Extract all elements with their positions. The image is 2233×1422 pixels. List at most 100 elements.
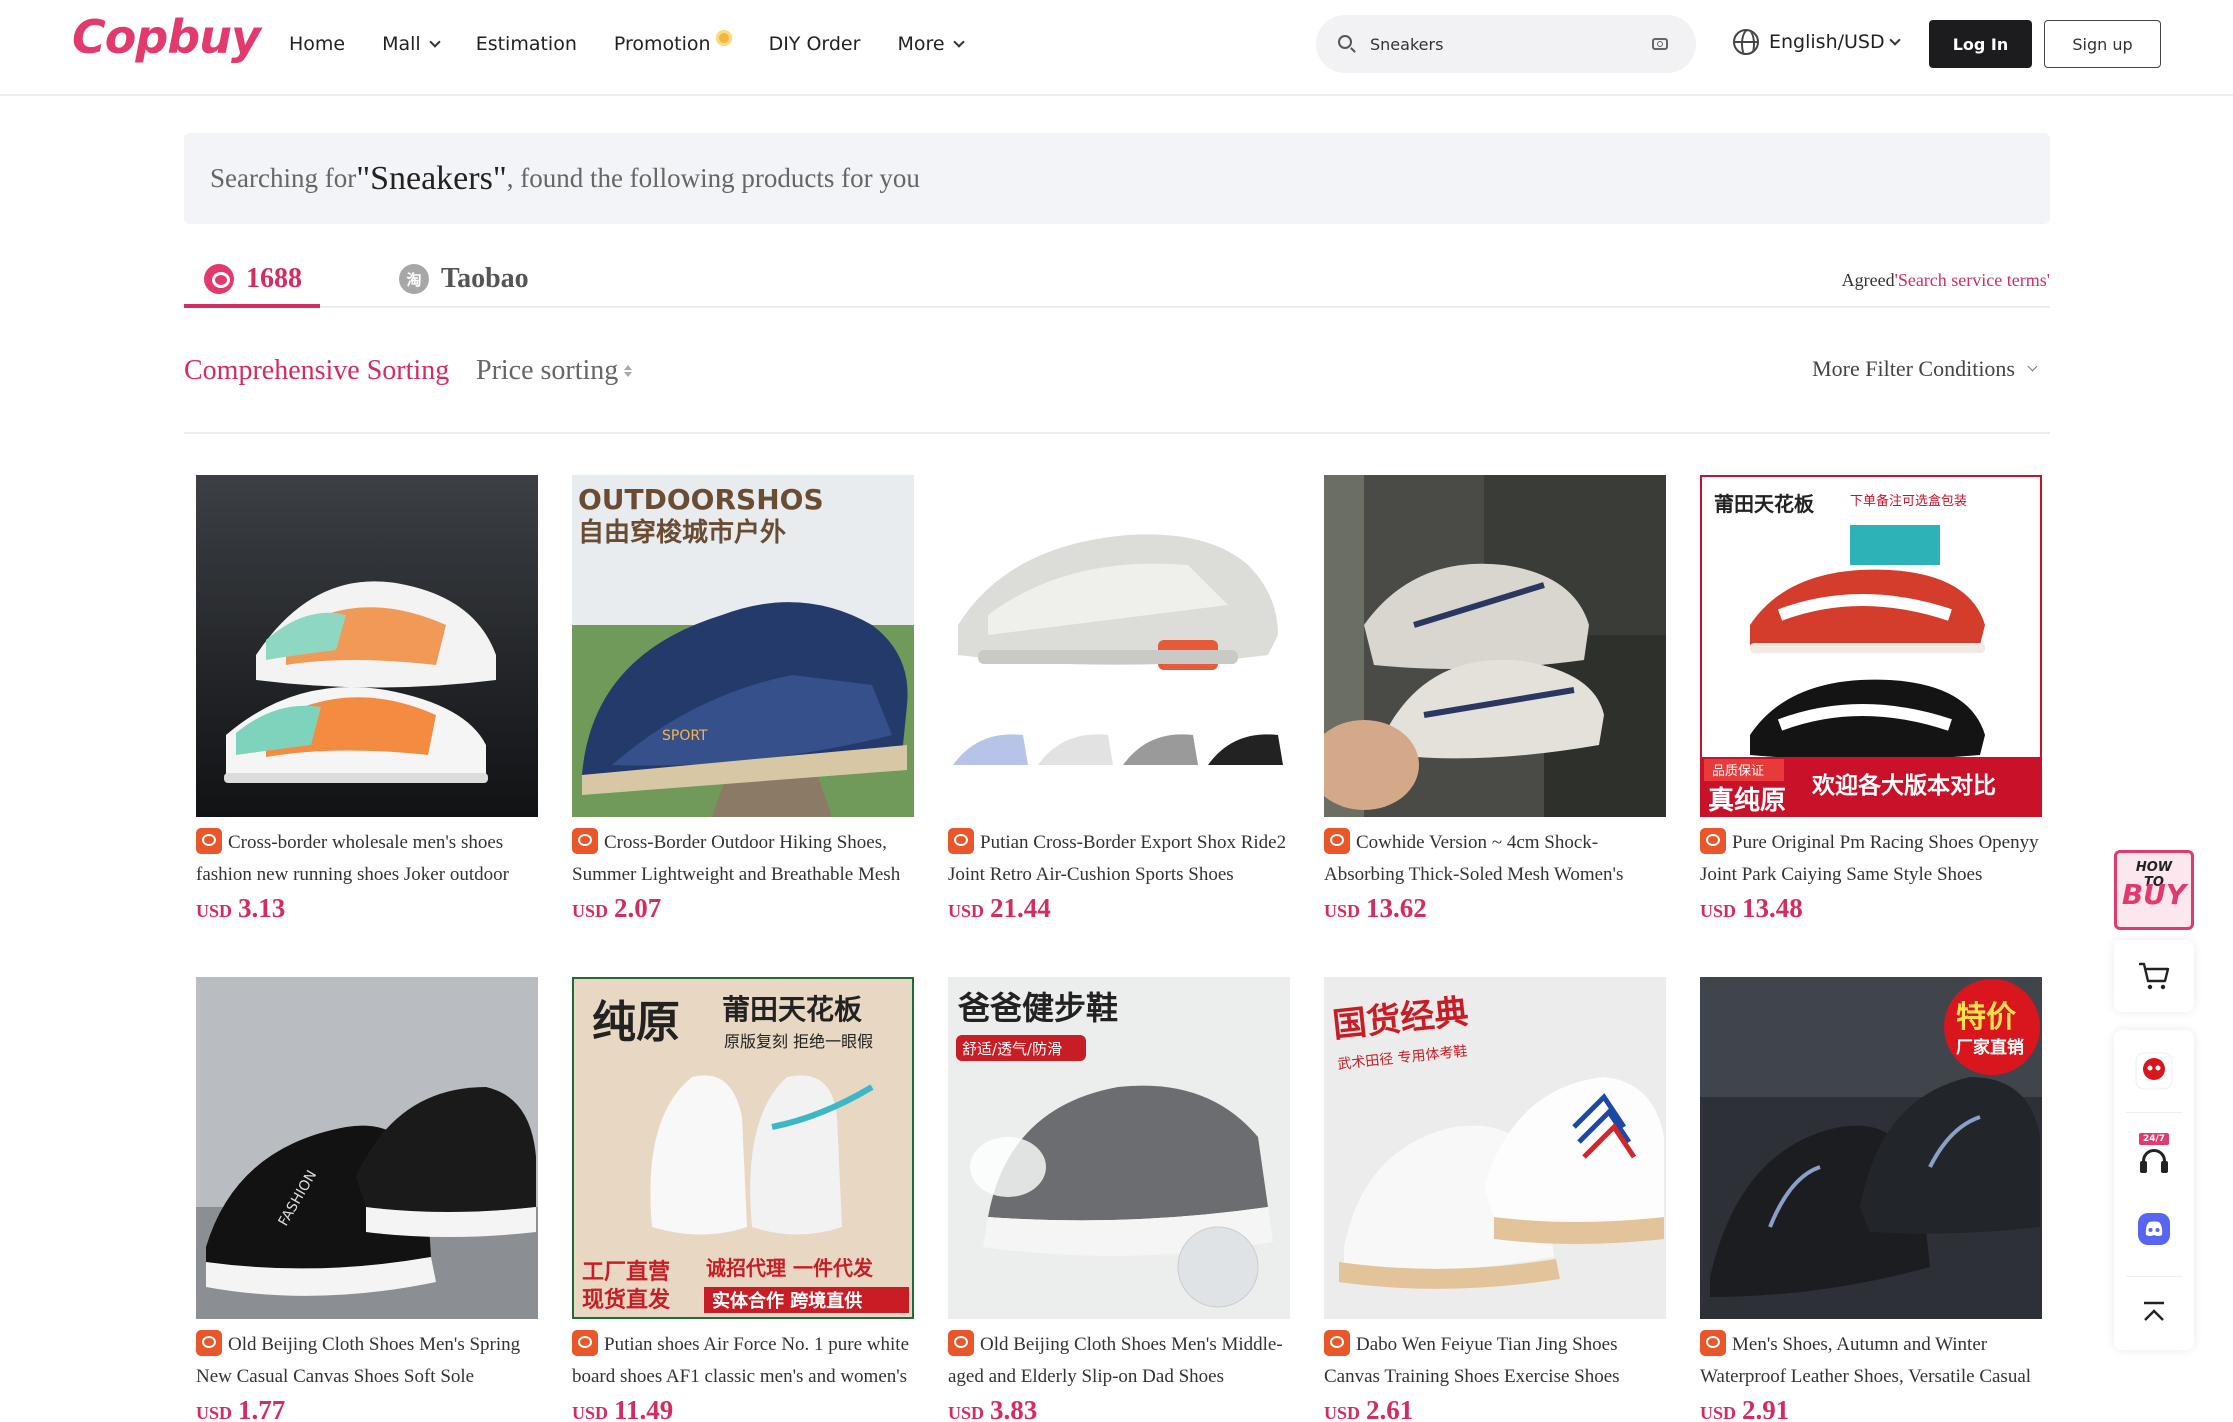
back-to-top-icon	[2144, 1301, 2164, 1321]
product-image[interactable]	[1324, 475, 1666, 817]
coin-badge-icon	[715, 30, 732, 46]
product-image[interactable]: 国货经典 武术田径 专用体考鞋	[1324, 977, 1666, 1319]
signup-button[interactable]: Sign up	[2044, 20, 2161, 68]
product-card[interactable]: Putian Cross-Border Export Shox Ride2 Jo…	[948, 475, 1290, 955]
back-to-top-button[interactable]	[2114, 1278, 2194, 1348]
product-card[interactable]: 特价 厂家直销 Men's Shoes, Autumn and Winter W…	[1700, 977, 2042, 1422]
product-price: USD 1.77	[196, 1395, 286, 1422]
language-label: English/USD	[1769, 31, 1885, 53]
product-image[interactable]: 纯原 莆田天花板 原版复刻 拒绝一眼假 工厂直营 现货直发 诚招代理 一件代发 …	[572, 977, 914, 1319]
product-image[interactable]: FASHION	[196, 977, 538, 1319]
product-title[interactable]: Pure Original Pm Racing Shoes Openyy Joi…	[1700, 827, 2042, 891]
nav-promotion[interactable]: Promotion	[614, 30, 732, 55]
product-card[interactable]: Cowhide Version ~ 4cm Shock-Absorbing Th…	[1324, 475, 1666, 955]
sort-bar: Comprehensive Sorting Price sorting More…	[184, 340, 2050, 434]
login-button[interactable]: Log In	[1929, 20, 2032, 68]
product-title[interactable]: Cross-Border Outdoor Hiking Shoes, Summe…	[572, 827, 914, 891]
search-input[interactable]	[1370, 31, 1640, 57]
product-card[interactable]: Cross-border wholesale men's shoes fashi…	[196, 475, 538, 955]
product-price: USD 13.48	[1700, 893, 1803, 923]
product-title[interactable]: Men's Shoes, Autumn and Winter Waterproo…	[1700, 1329, 2042, 1393]
1688-source-icon	[948, 828, 974, 854]
chevron-down-icon	[429, 35, 441, 48]
svg-text:诚招代理 一件代发: 诚招代理 一件代发	[706, 1256, 874, 1280]
product-title[interactable]: Dabo Wen Feiyue Tian Jing Shoes Canvas T…	[1324, 1329, 1666, 1393]
copbuy-app-button[interactable]	[2114, 1036, 2194, 1106]
product-image[interactable]: 莆田天花板 下单备注可选盒包装 品质保证 真纯原 欢迎各大版本对比	[1700, 475, 2042, 817]
nav-more-label: More	[897, 33, 945, 55]
svg-text:自由穿梭城市户外: 自由穿梭城市户外	[578, 517, 786, 548]
search-keyword: "Sneakers"	[356, 159, 507, 197]
product-image[interactable]	[948, 475, 1290, 817]
nav-estimation[interactable]: Estimation	[476, 33, 577, 55]
svg-text:纯原: 纯原	[592, 997, 680, 1048]
main-nav: Home Mall Estimation Promotion DIY Order…	[289, 0, 1000, 88]
search-result-banner: Searching for "Sneakers" , found the fol…	[184, 133, 2050, 224]
product-image[interactable]: 特价 厂家直销	[1700, 977, 2042, 1319]
product-title[interactable]: Cowhide Version ~ 4cm Shock-Absorbing Th…	[1324, 827, 1666, 891]
sort-price-label: Price sorting	[476, 355, 619, 386]
product-card[interactable]: FASHION Old Beijing Cloth Shoes Men's Sp…	[196, 977, 538, 1422]
copbuy-app-icon	[2135, 1052, 2173, 1090]
product-title[interactable]: Old Beijing Cloth Shoes Men's Middle-age…	[948, 1329, 1290, 1393]
product-image[interactable]: 爸爸健步鞋 舒适/透气/防滑	[948, 977, 1290, 1319]
terms-prefix: Agreed	[1841, 270, 1895, 290]
nav-home[interactable]: Home	[289, 33, 345, 55]
search-service-terms-link[interactable]: 'Search service terms'	[1895, 270, 2050, 290]
product-card[interactable]: 爸爸健步鞋 舒适/透气/防滑 Old Beijing Cloth Shoes M…	[948, 977, 1290, 1422]
svg-text:厂家直销: 厂家直销	[1956, 1037, 2024, 1058]
how-to-buy-button[interactable]: HOW TO BUY	[2114, 838, 2194, 930]
product-price: USD 2.91	[1700, 1395, 1790, 1422]
nav-diy-order[interactable]: DIY Order	[769, 33, 861, 55]
nav-mall[interactable]: Mall	[382, 33, 441, 55]
nav-estimation-label: Estimation	[475, 33, 577, 55]
svg-text:莆田天花板: 莆田天花板	[722, 993, 862, 1026]
copbuy-logo[interactable]: Copbuy	[72, 10, 261, 64]
product-title[interactable]: Putian Cross-Border Export Shox Ride2 Jo…	[948, 827, 1290, 891]
svg-text:现货直发: 现货直发	[582, 1287, 671, 1313]
discord-icon	[2138, 1213, 2170, 1245]
svg-text:下单备注可选盒包装: 下单备注可选盒包装	[1850, 493, 1967, 509]
sort-arrows-icon	[624, 365, 633, 377]
banner-prefix: Searching for	[210, 163, 357, 193]
search-icon[interactable]	[1338, 35, 1352, 49]
tab-taobao[interactable]: 淘 Taobao	[399, 250, 529, 308]
svg-text:工厂直营: 工厂直营	[582, 1259, 670, 1285]
product-title[interactable]: Cross-border wholesale men's shoes fashi…	[196, 827, 538, 891]
product-card[interactable]: 莆田天花板 下单备注可选盒包装 品质保证 真纯原 欢迎各大版本对比 Pure O…	[1700, 475, 2042, 955]
service-terms: Agreed'Search service terms'	[1842, 270, 2050, 291]
product-image[interactable]	[196, 475, 538, 817]
product-card[interactable]: OUTDOORSHOS 自由穿梭城市户外 SPORT Cross-Border …	[572, 475, 914, 955]
discord-button[interactable]	[2114, 1194, 2194, 1264]
1688-source-icon	[948, 1330, 974, 1356]
camera-icon[interactable]	[1652, 38, 1668, 50]
nav-home-label: Home	[289, 33, 346, 55]
product-card[interactable]: 国货经典 武术田径 专用体考鞋 Dabo Wen Feiyue Tian Jin…	[1324, 977, 1666, 1422]
product-card[interactable]: 纯原 莆田天花板 原版复刻 拒绝一眼假 工厂直营 现货直发 诚招代理 一件代发 …	[572, 977, 914, 1422]
svg-text:舒适/透气/防滑: 舒适/透气/防滑	[962, 1040, 1062, 1058]
product-price: USD 3.13	[196, 893, 286, 923]
headset-icon: 24/7	[2134, 1133, 2174, 1177]
sort-price[interactable]: Price sorting	[476, 355, 633, 387]
svg-text:原版复刻 拒绝一眼假: 原版复刻 拒绝一眼假	[724, 1032, 873, 1051]
nav-more[interactable]: More	[897, 33, 965, 55]
1688-logo-icon	[204, 264, 234, 294]
more-filter-conditions[interactable]: More Filter Conditions	[1812, 356, 2038, 382]
cart-button[interactable]	[2114, 940, 2194, 1012]
svg-text:品质保证: 品质保证	[1712, 764, 1764, 779]
globe-icon	[1733, 29, 1759, 55]
more-filter-label: More Filter Conditions	[1812, 356, 2015, 381]
chevron-down-icon	[1888, 33, 1901, 46]
sort-comprehensive[interactable]: Comprehensive Sorting	[184, 355, 449, 387]
product-price: USD 11.49	[572, 1395, 674, 1422]
svg-text:实体合作 跨境直供: 实体合作 跨境直供	[712, 1290, 862, 1312]
tab-1688[interactable]: 1688	[204, 250, 302, 308]
product-title[interactable]: Putian shoes Air Force No. 1 pure white …	[572, 1329, 914, 1393]
language-currency-selector[interactable]: English/USD	[1733, 29, 1901, 55]
customer-support-button[interactable]: 24/7	[2114, 1120, 2194, 1190]
product-image[interactable]: OUTDOORSHOS 自由穿梭城市户外 SPORT	[572, 475, 914, 817]
floating-tools-panel: 24/7	[2114, 1030, 2194, 1350]
product-price: USD 3.83	[948, 1395, 1038, 1422]
1688-source-icon	[1324, 1330, 1350, 1356]
product-title[interactable]: Old Beijing Cloth Shoes Men's Spring New…	[196, 1329, 538, 1393]
